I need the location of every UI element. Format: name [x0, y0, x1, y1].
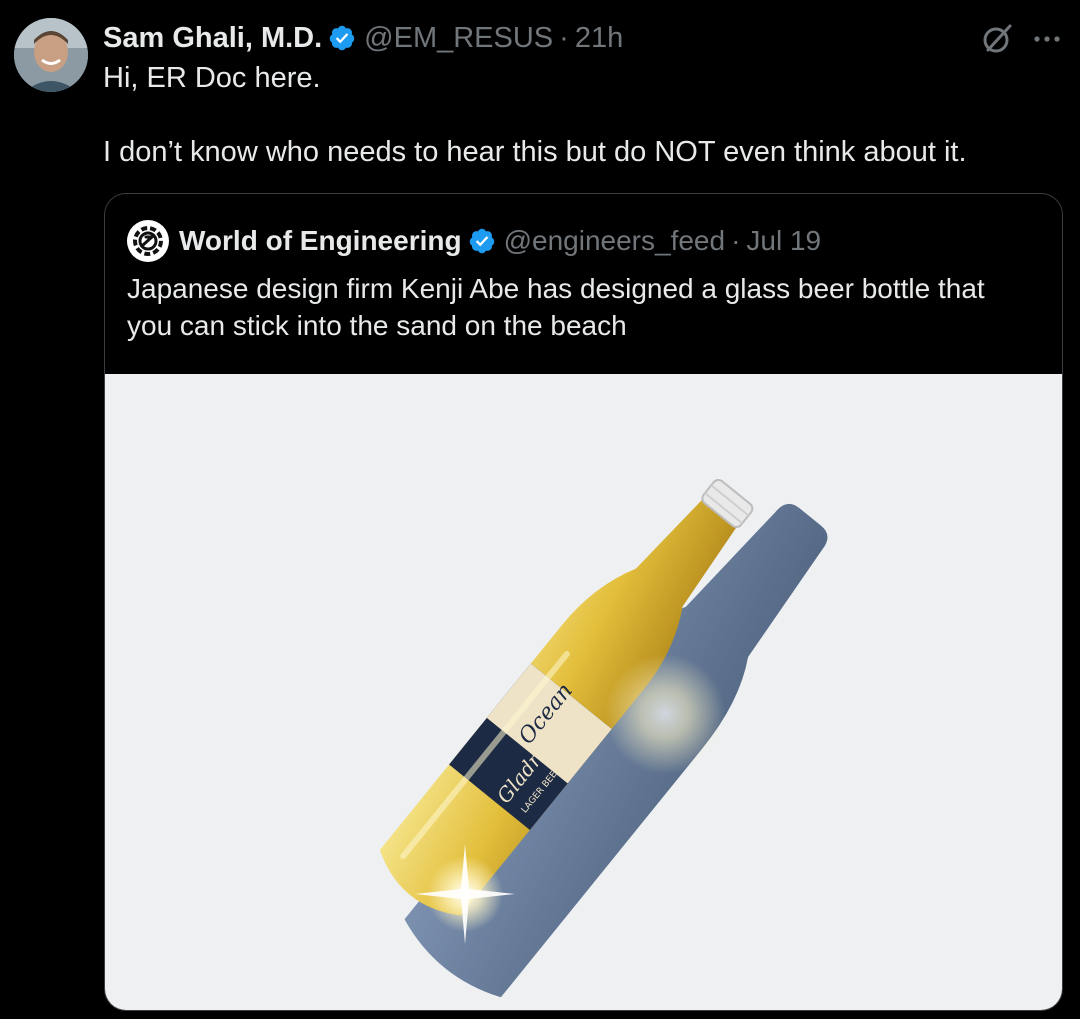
tweet-text-line: I don’t know who needs to hear this but …: [103, 136, 967, 168]
author-name[interactable]: Sam Ghali, M.D.: [103, 22, 322, 55]
verified-badge-icon: [329, 25, 355, 51]
beer-bottle-photo: Ocean Gladness LAGER BEER: [379, 478, 828, 998]
grok-icon[interactable]: [980, 22, 1014, 56]
verified-badge-icon: [469, 228, 494, 254]
more-icon[interactable]: [1030, 22, 1064, 56]
separator-dot: ·: [559, 21, 569, 54]
gear-logo-icon: [133, 226, 163, 256]
tweet-text-line: Hi, ER Doc here.: [103, 62, 321, 94]
tweet[interactable]: Sam Ghali, M.D. @EM_RESUS · 21h Hi, ER D…: [0, 0, 1080, 1019]
quote-author-avatar[interactable]: [127, 220, 169, 262]
quote-author-name[interactable]: World of Engineering: [179, 225, 462, 257]
quote-text-line: you can stick into the sand on the beach: [127, 310, 627, 341]
quote-text-line: Japanese design firm Kenji Abe has desig…: [127, 273, 985, 304]
quote-date[interactable]: Jul 19: [746, 225, 821, 257]
quote-header: World of Engineering @engineers_feed · J…: [127, 220, 821, 262]
author-avatar[interactable]: [14, 18, 88, 92]
tweet-time[interactable]: 21h: [575, 22, 623, 55]
quote-text: Japanese design firm Kenji Abe has desig…: [127, 270, 1027, 344]
tweet-text: Hi, ER Doc here. I don’t know who needs …: [103, 60, 1043, 171]
quote-media-image[interactable]: Ocean Gladness LAGER BEER: [105, 374, 1062, 1010]
separator-dot: ·: [731, 225, 741, 256]
tweet-header: Sam Ghali, M.D. @EM_RESUS · 21h: [103, 18, 623, 58]
quoted-tweet[interactable]: World of Engineering @engineers_feed · J…: [104, 193, 1063, 1011]
author-handle[interactable]: @EM_RESUS: [364, 22, 553, 55]
quote-author-handle[interactable]: @engineers_feed: [504, 225, 725, 257]
